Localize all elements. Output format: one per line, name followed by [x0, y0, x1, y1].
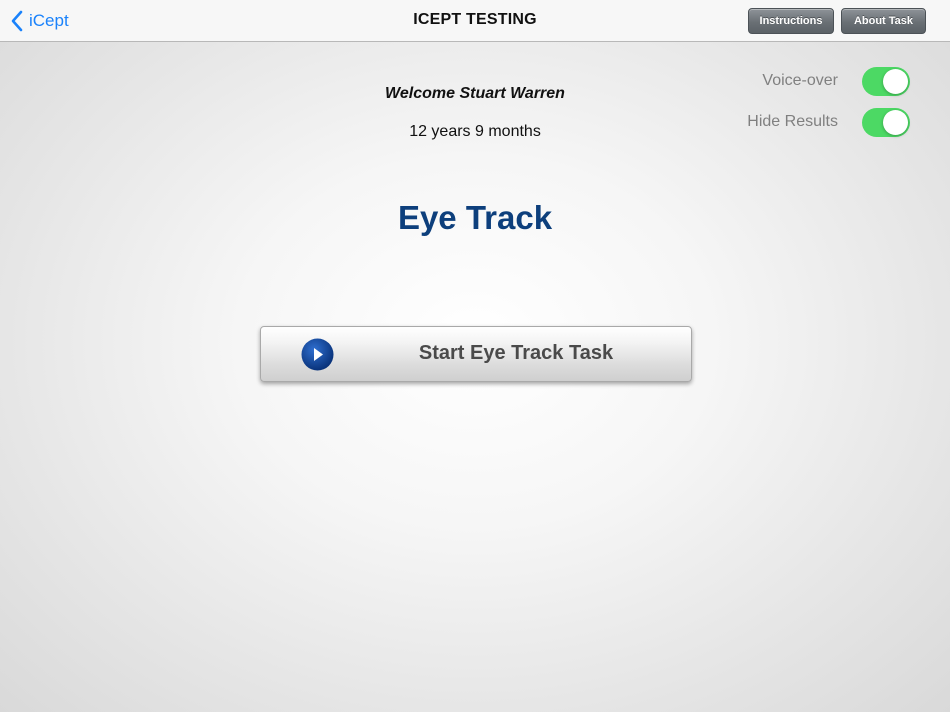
hide-results-setting: Hide Results	[747, 107, 910, 137]
instructions-button[interactable]: Instructions	[748, 8, 834, 34]
voice-over-label: Voice-over	[762, 72, 838, 89]
about-task-button[interactable]: About Task	[841, 8, 926, 34]
voice-over-toggle[interactable]	[862, 66, 910, 96]
play-circle-icon	[301, 338, 334, 371]
task-title: Eye Track	[397, 199, 553, 236]
start-task-button[interactable]: Start Eye Track Task	[260, 326, 692, 382]
navigation-bar: iCept ICEPT TESTING Instructions About T…	[0, 0, 950, 42]
voice-over-setting: Voice-over	[762, 66, 910, 96]
toggle-knob	[883, 68, 908, 94]
hide-results-toggle[interactable]	[862, 107, 910, 137]
start-task-label: Start Eye Track Task	[418, 342, 614, 364]
hide-results-label: Hide Results	[747, 113, 838, 130]
toggle-knob	[883, 109, 908, 135]
